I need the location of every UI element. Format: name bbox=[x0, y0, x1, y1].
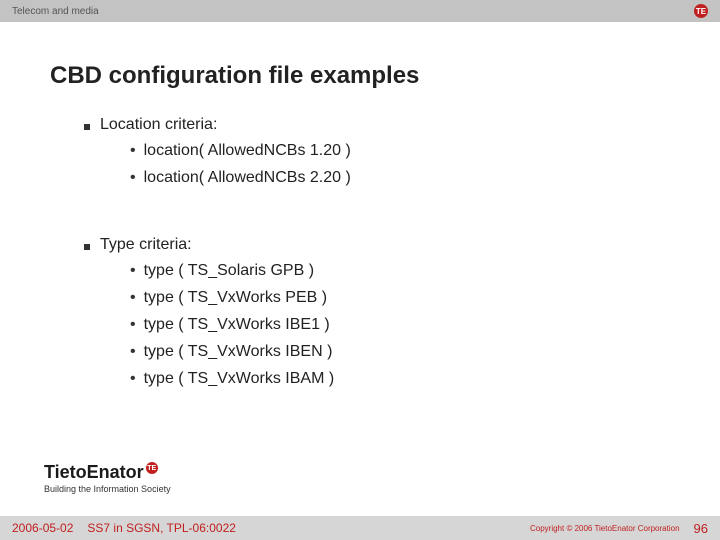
square-bullet-icon bbox=[84, 124, 90, 130]
slide-title: CBD configuration file examples bbox=[50, 62, 670, 90]
topbar-label: Telecom and media bbox=[12, 6, 99, 17]
footer-page-number: 96 bbox=[694, 521, 708, 536]
footer-date: 2006-05-02 bbox=[12, 521, 73, 535]
dot-bullet-icon: • bbox=[130, 368, 136, 390]
list-item: • type ( TS_VxWorks PEB ) bbox=[50, 287, 670, 309]
list-item: • type ( TS_VxWorks IBE1 ) bbox=[50, 314, 670, 336]
square-bullet-icon bbox=[84, 244, 90, 250]
brand-badge-icon: TE bbox=[694, 4, 708, 18]
brand-block: TietoEnator TE Building the Information … bbox=[44, 462, 171, 494]
dot-bullet-icon: • bbox=[130, 167, 136, 189]
section-label: Location criteria: bbox=[100, 116, 217, 134]
section-heading: Location criteria: bbox=[50, 116, 670, 134]
list-item: • type ( TS_VxWorks IBAM ) bbox=[50, 368, 670, 390]
item-label: type ( TS_VxWorks PEB ) bbox=[144, 287, 327, 309]
item-label: type ( TS_VxWorks IBE1 ) bbox=[144, 314, 330, 336]
brand-name-text: TietoEnator bbox=[44, 462, 144, 483]
list-item: • location( AllowedNCBs 1.20 ) bbox=[50, 140, 670, 162]
brand-name: TietoEnator TE bbox=[44, 462, 171, 483]
item-label: location( AllowedNCBs 1.20 ) bbox=[144, 140, 351, 162]
item-label: type ( TS_Solaris GPB ) bbox=[144, 260, 314, 282]
dot-bullet-icon: • bbox=[130, 260, 136, 282]
dot-bullet-icon: • bbox=[130, 287, 136, 309]
dot-bullet-icon: • bbox=[130, 341, 136, 363]
section-heading: Type criteria: bbox=[50, 236, 670, 254]
footer-copyright: Copyright © 2006 TietoEnator Corporation bbox=[530, 524, 680, 533]
list-item: • type ( TS_Solaris GPB ) bbox=[50, 260, 670, 282]
slide-content: CBD configuration file examples Location… bbox=[0, 22, 720, 390]
list-item: • location( AllowedNCBs 2.20 ) bbox=[50, 167, 670, 189]
item-label: location( AllowedNCBs 2.20 ) bbox=[144, 167, 351, 189]
dot-bullet-icon: • bbox=[130, 140, 136, 162]
topbar: Telecom and media TE bbox=[0, 0, 720, 22]
footer: 2006-05-02 SS7 in SGSN, TPL-06:0022 Copy… bbox=[0, 516, 720, 540]
item-label: type ( TS_VxWorks IBAM ) bbox=[144, 368, 335, 390]
section-label: Type criteria: bbox=[100, 236, 192, 254]
brand-tagline: Building the Information Society bbox=[44, 484, 171, 494]
brand-dot-icon: TE bbox=[146, 462, 158, 474]
item-label: type ( TS_VxWorks IBEN ) bbox=[144, 341, 333, 363]
dot-bullet-icon: • bbox=[130, 314, 136, 336]
footer-reference: SS7 in SGSN, TPL-06:0022 bbox=[87, 521, 236, 535]
list-item: • type ( TS_VxWorks IBEN ) bbox=[50, 341, 670, 363]
